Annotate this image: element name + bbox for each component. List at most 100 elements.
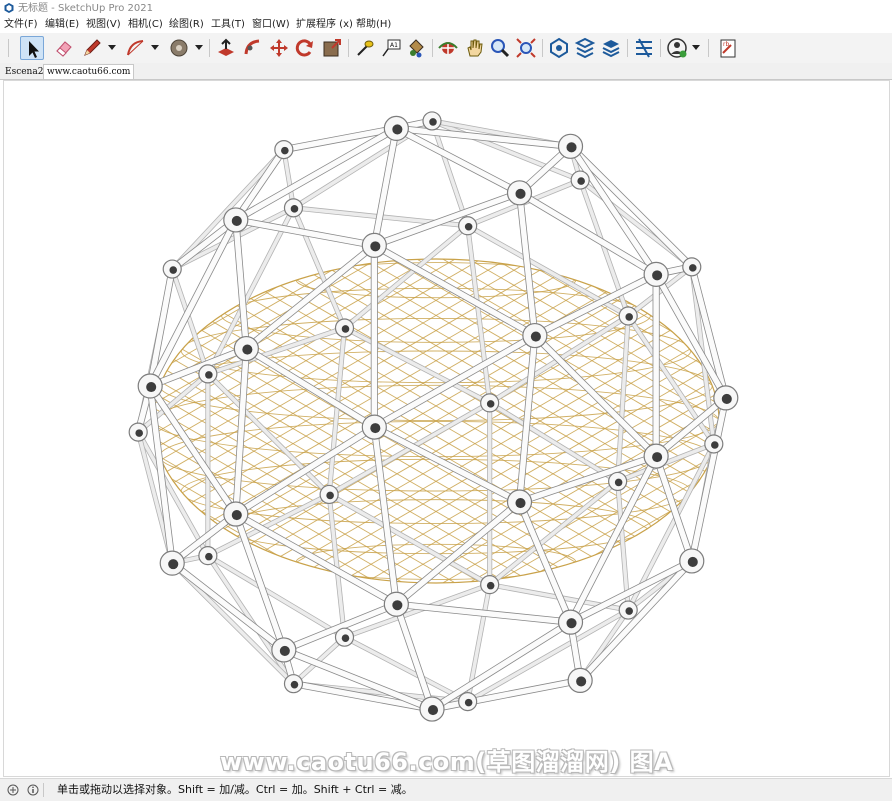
node-hole bbox=[688, 264, 697, 272]
frame-rod bbox=[281, 647, 435, 712]
node-hole bbox=[326, 491, 334, 500]
node-hole bbox=[515, 188, 526, 199]
menu-edit[interactable]: 编辑(E) bbox=[45, 17, 79, 33]
menu-help[interactable]: 帮助(H) bbox=[356, 17, 391, 33]
node-hole bbox=[135, 429, 143, 437]
menu-file[interactable]: 文件(F) bbox=[4, 17, 38, 33]
menu-window[interactable]: 窗口(W) bbox=[252, 17, 290, 33]
pencil-dropdown-caret[interactable] bbox=[108, 45, 116, 50]
mesh-line bbox=[153, 259, 161, 583]
menu-extensions[interactable]: 扩展程序 (x) bbox=[296, 17, 353, 33]
toolbar-separator bbox=[660, 39, 661, 57]
rotate-tool-button[interactable] bbox=[293, 36, 317, 60]
pencil-tool-button[interactable] bbox=[80, 36, 104, 60]
node-hole bbox=[614, 478, 623, 487]
account-icon bbox=[667, 38, 687, 58]
mesh-line bbox=[153, 259, 719, 583]
status-divider bbox=[43, 783, 44, 797]
zoom-extents-icon bbox=[516, 38, 536, 58]
node-hole bbox=[427, 705, 439, 716]
arc-dropdown-caret[interactable] bbox=[151, 45, 159, 50]
eraser-tool-button[interactable] bbox=[52, 36, 76, 60]
node-hole bbox=[370, 423, 381, 434]
mesh-line bbox=[842, 189, 890, 653]
frame-node bbox=[522, 322, 548, 349]
mesh-line bbox=[153, 259, 681, 583]
node-hole bbox=[721, 393, 732, 404]
account-button[interactable] bbox=[665, 36, 689, 60]
arc-tool-button[interactable] bbox=[124, 36, 148, 60]
frame-rod bbox=[170, 147, 286, 271]
frame-node bbox=[458, 691, 478, 712]
node-hole bbox=[279, 645, 290, 656]
move-tool-button[interactable] bbox=[267, 36, 291, 60]
frame-node bbox=[419, 696, 445, 722]
geolocation-icon[interactable] bbox=[7, 784, 19, 796]
toolbar-separator bbox=[209, 39, 210, 57]
account-dropdown-caret[interactable] bbox=[692, 45, 700, 50]
frame-rod bbox=[430, 119, 582, 182]
paint-bucket-tool-button[interactable] bbox=[167, 36, 191, 60]
geodesic-sphere-model[interactable] bbox=[4, 81, 890, 777]
mesh-line bbox=[711, 259, 719, 583]
push-pull-tool-button[interactable] bbox=[214, 36, 238, 60]
node-hole bbox=[341, 634, 350, 642]
paint-tool-button[interactable] bbox=[404, 36, 428, 60]
menu-draw[interactable]: 绘图(R) bbox=[169, 17, 204, 33]
frame-node bbox=[458, 216, 478, 236]
frame-node bbox=[643, 443, 669, 469]
frame-node bbox=[159, 550, 185, 576]
scene-tabs: Escena2 www.caotu66.com bbox=[0, 63, 892, 80]
info-icon[interactable] bbox=[27, 784, 39, 796]
menu-tools[interactable]: 工具(T) bbox=[211, 17, 245, 33]
layout-button[interactable] bbox=[599, 36, 623, 60]
mesh-line bbox=[738, 189, 890, 653]
frame-node bbox=[383, 115, 409, 142]
scale-icon bbox=[323, 39, 341, 57]
frame-node bbox=[223, 207, 249, 233]
main-toolbar: A1 rb bbox=[0, 33, 892, 63]
extension-manager-button[interactable] bbox=[632, 36, 656, 60]
node-hole bbox=[566, 142, 577, 153]
menu-view[interactable]: 视图(V) bbox=[86, 17, 121, 33]
pan-icon bbox=[467, 39, 483, 57]
node-hole bbox=[290, 205, 299, 213]
toolbar-separator bbox=[708, 39, 709, 57]
mesh-line bbox=[4, 189, 30, 653]
frame-rod bbox=[233, 424, 378, 517]
pan-tool-button[interactable] bbox=[462, 36, 486, 60]
tab-scene-escena2[interactable]: Escena2 bbox=[2, 65, 46, 79]
node-hole bbox=[652, 452, 663, 463]
mesh-line bbox=[153, 259, 551, 583]
frame-node bbox=[223, 501, 249, 527]
frame-node bbox=[283, 198, 304, 218]
frame-node bbox=[557, 133, 584, 159]
menu-camera[interactable]: 相机(C) bbox=[128, 17, 163, 33]
orbit-tool-button[interactable] bbox=[436, 36, 460, 60]
zoom-tool-button[interactable] bbox=[488, 36, 512, 60]
select-tool-button[interactable] bbox=[20, 36, 44, 60]
follow-me-tool-button[interactable] bbox=[241, 36, 265, 60]
zoom-extents-tool-button[interactable] bbox=[514, 36, 538, 60]
mesh-line bbox=[153, 259, 603, 583]
toolbar-grip[interactable] bbox=[8, 39, 9, 57]
extension-warehouse-button[interactable] bbox=[573, 36, 597, 60]
node-hole bbox=[486, 400, 495, 408]
frame-node bbox=[618, 600, 638, 620]
tape-measure-tool-button[interactable] bbox=[353, 36, 377, 60]
text-tool-button[interactable]: A1 bbox=[379, 36, 403, 60]
node-hole bbox=[341, 325, 350, 333]
frame-rod bbox=[233, 217, 250, 352]
frame-node bbox=[137, 373, 163, 399]
scale-tool-button[interactable] bbox=[320, 36, 344, 60]
frame-node bbox=[608, 471, 628, 492]
send-to-layout-button[interactable]: rb bbox=[716, 36, 740, 60]
tab-scene-caotu66[interactable]: www.caotu66.com bbox=[43, 64, 135, 79]
drawing-viewport[interactable] bbox=[3, 80, 890, 777]
move-icon bbox=[270, 39, 288, 57]
3d-warehouse-button[interactable] bbox=[547, 36, 571, 60]
mesh-line bbox=[153, 259, 603, 583]
mesh-line bbox=[4, 189, 134, 653]
node-hole bbox=[687, 556, 698, 567]
shapes-dropdown-caret[interactable] bbox=[195, 45, 203, 50]
